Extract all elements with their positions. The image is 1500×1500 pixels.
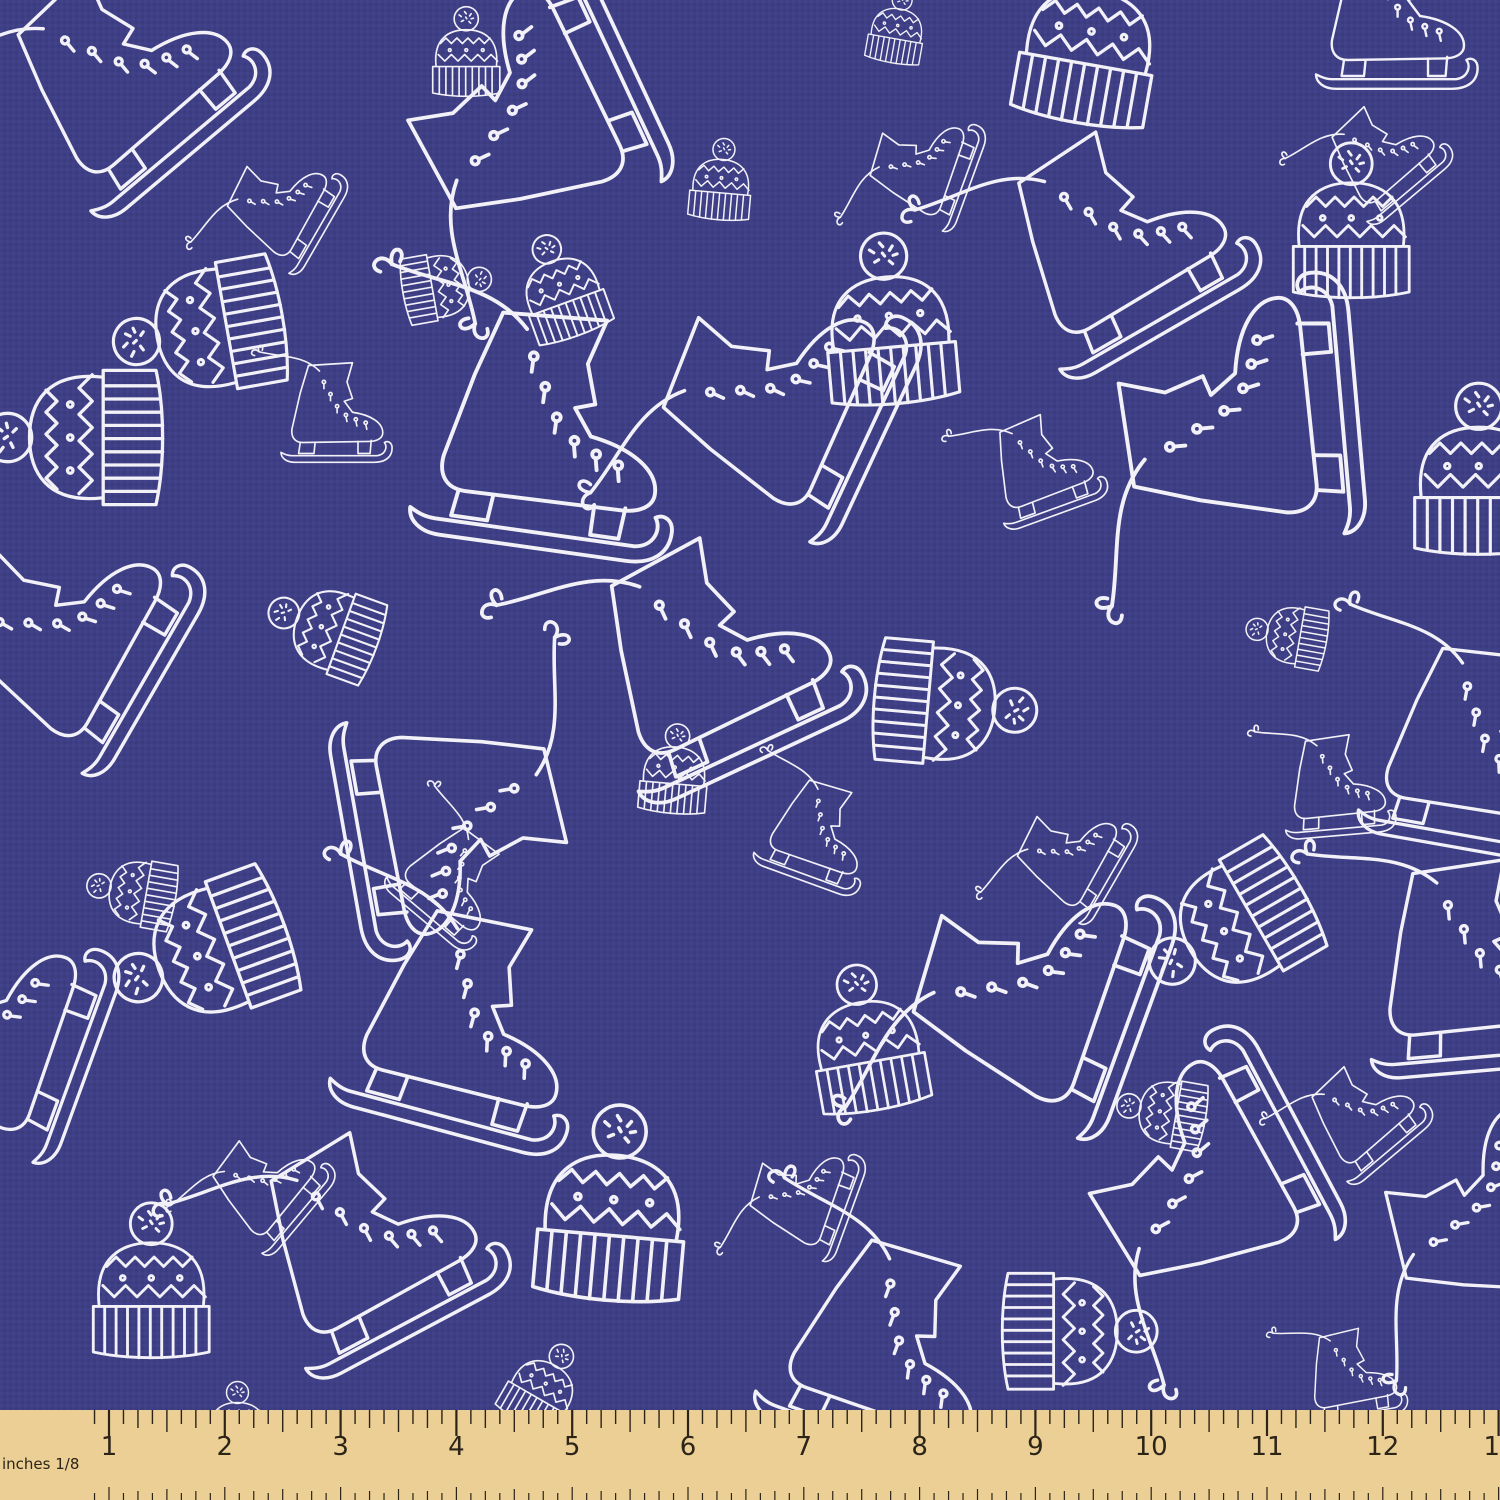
ruler-number: 4 — [448, 1432, 465, 1462]
fabric-swatch: 1 2 3 4 5 6 7 8 9 10 11 12 1 inches 1/8 — [0, 0, 1500, 1500]
ruler-number: 6 — [680, 1432, 697, 1462]
measuring-ruler: 1 2 3 4 5 6 7 8 9 10 11 12 1 inches 1/8 — [0, 1410, 1500, 1500]
ruler-number: 8 — [911, 1432, 928, 1462]
ruler-number: 10 — [1135, 1432, 1168, 1462]
ruler-number: 5 — [564, 1432, 581, 1462]
fabric-pattern — [0, 0, 1500, 1500]
ruler-number: 1 — [101, 1432, 118, 1462]
fabric-background — [0, 0, 1500, 1500]
ruler-number: 3 — [332, 1432, 349, 1462]
ruler-number: 12 — [1366, 1432, 1399, 1462]
ruler-number: 11 — [1250, 1432, 1283, 1462]
ruler-number: 7 — [796, 1432, 813, 1462]
ruler-number: 1 — [1483, 1432, 1500, 1462]
ruler-unit-label: inches 1/8 — [2, 1455, 79, 1473]
ruler-number: 2 — [217, 1432, 234, 1462]
ruler-number: 9 — [1027, 1432, 1044, 1462]
